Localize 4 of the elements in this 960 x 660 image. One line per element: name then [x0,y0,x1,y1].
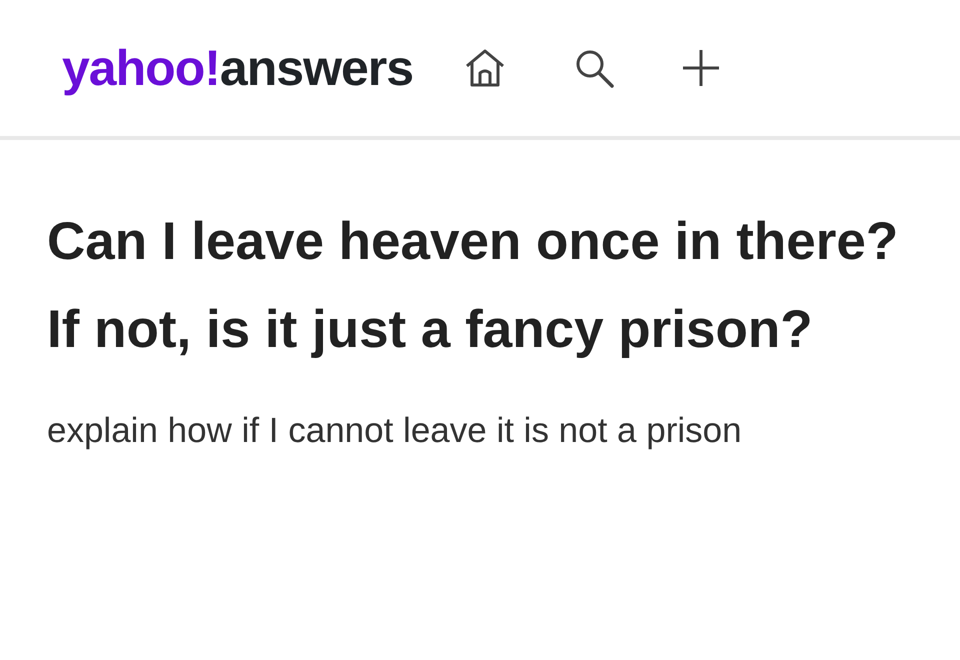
question-details: explain how if I cannot leave it is not a prison [47,410,743,452]
question-title: Can I leave heaven once in there? If not, is it just a fancy prison? [47,211,900,361]
plus-icon[interactable] [681,48,722,88]
site-logo[interactable]: yahoo!answers [62,39,414,97]
